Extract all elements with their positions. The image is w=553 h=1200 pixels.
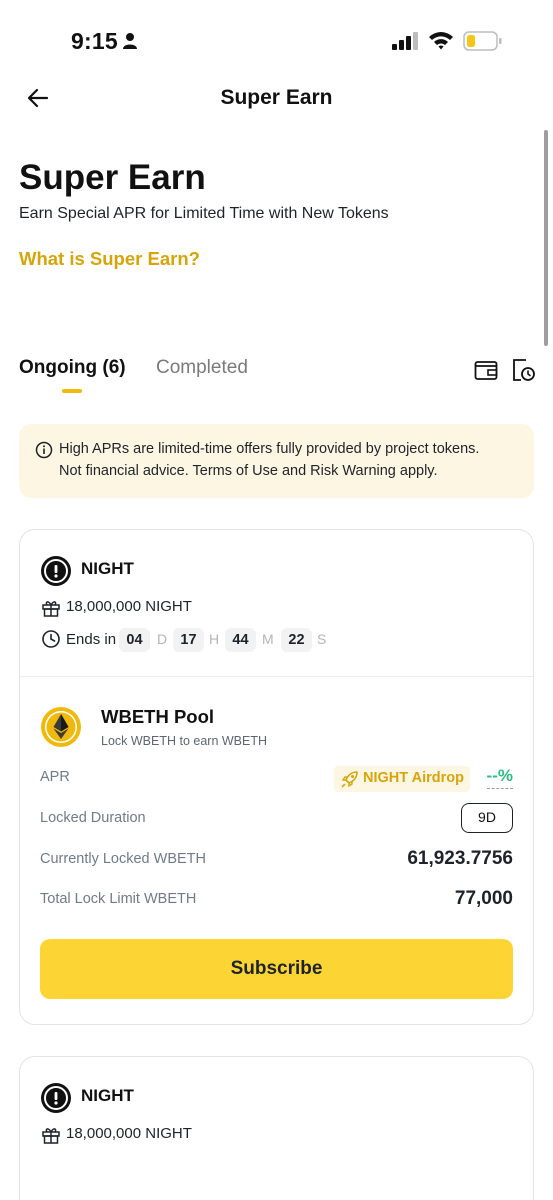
what-is-super-earn-link[interactable]: What is Super Earn? (19, 248, 200, 270)
apr-label: APR (40, 769, 70, 785)
nav-title: Super Earn (220, 86, 333, 109)
countdown-minutes: 44 (225, 628, 256, 652)
subscribe-button[interactable]: Subscribe (40, 939, 513, 999)
gift-icon (42, 601, 60, 617)
info-icon (35, 441, 53, 459)
currently-locked-label: Currently Locked WBETH (40, 851, 206, 867)
countdown-days-unit: D (157, 631, 168, 647)
notice-text: High APRs are limited-time offers fully … (59, 438, 519, 482)
status-time: 9:15 (71, 28, 118, 54)
gift-icon (42, 1128, 60, 1144)
countdown-seconds: 22 (281, 628, 312, 652)
super-earn-card: NIGHT 18,000,000 NIGHT Ends in 04 D 17 H… (19, 529, 534, 1025)
night-token-icon (41, 1083, 71, 1113)
risk-notice: High APRs are limited-time offers fully … (19, 424, 534, 498)
notice-line-1: High APRs are limited-time offers fully … (59, 441, 480, 457)
night-token-icon (41, 556, 71, 586)
countdown-minutes-unit: M (262, 631, 274, 647)
tab-completed[interactable]: Completed (156, 357, 248, 379)
card-divider (20, 676, 533, 677)
wifi-icon (429, 32, 453, 50)
countdown-seconds-unit: S (317, 631, 327, 647)
page-title: Super Earn (19, 158, 206, 197)
active-tab-indicator (62, 389, 82, 393)
notice-line-2: Not financial advice. Terms of Use and R… (59, 463, 438, 479)
cellular-signal-icon (392, 32, 418, 50)
pool-subtitle: Lock WBETH to earn WBETH (101, 734, 268, 748)
pool-name: WBETH Pool (101, 706, 215, 727)
clock-icon (42, 630, 60, 648)
wbeth-token-icon (41, 707, 81, 747)
status-bar: 9:15 (0, 0, 553, 80)
locked-duration-option[interactable]: 9D (461, 803, 513, 833)
token-name: NIGHT (81, 1086, 134, 1105)
ends-in-label: Ends in (66, 631, 117, 648)
total-lock-limit-value: 77,000 (454, 888, 513, 909)
total-lock-limit-label: Total Lock Limit WBETH (40, 891, 197, 907)
locked-duration-label: Locked Duration (40, 810, 146, 826)
token-name: NIGHT (81, 559, 134, 578)
reward-amount: 18,000,000 NIGHT (66, 1125, 192, 1142)
history-icon[interactable] (510, 357, 536, 383)
countdown-days: 04 (119, 628, 150, 652)
night-airdrop-badge[interactable]: NIGHT Airdrop (334, 766, 470, 792)
battery-icon (463, 31, 502, 51)
page-subtitle: Earn Special APR for Limited Time with N… (19, 205, 389, 222)
tab-ongoing[interactable]: Ongoing (6) (19, 357, 126, 379)
airdrop-badge-label: NIGHT Airdrop (363, 770, 464, 786)
countdown-hours-unit: H (209, 631, 220, 647)
apr-value[interactable]: --% (486, 766, 513, 789)
scrollbar[interactable] (544, 130, 548, 346)
currently-locked-value: 61,923.7756 (407, 848, 513, 869)
reward-amount: 18,000,000 NIGHT (66, 598, 192, 615)
rocket-icon (341, 771, 358, 788)
wallet-icon[interactable] (474, 359, 498, 381)
super-earn-card: NIGHT 18,000,000 NIGHT (19, 1056, 534, 1200)
countdown-hours: 17 (173, 628, 204, 652)
person-icon (123, 33, 137, 49)
